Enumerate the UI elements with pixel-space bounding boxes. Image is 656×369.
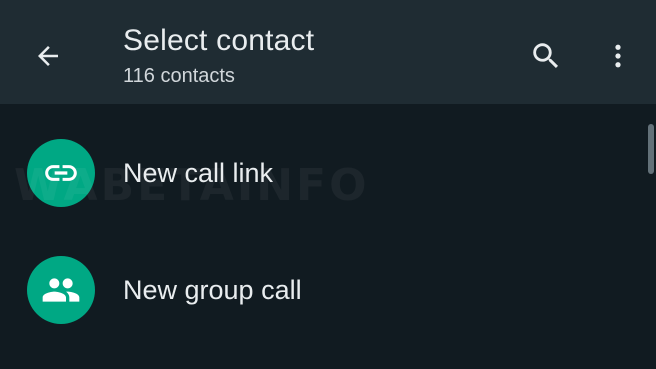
app-bar: Select contact 116 contacts <box>0 0 656 104</box>
group-icon <box>42 278 80 302</box>
new-call-link-avatar <box>27 139 95 207</box>
contacts-count: 116 contacts <box>123 65 235 87</box>
search-button[interactable] <box>524 34 568 78</box>
search-icon <box>533 43 559 69</box>
back-button[interactable] <box>28 36 68 76</box>
select-contact-screen: Select contact 116 contacts New call lin… <box>0 0 656 369</box>
title-block: Select contact 116 contacts <box>123 22 314 90</box>
new-group-call-avatar <box>27 256 95 324</box>
new-group-call-label: New group call <box>123 275 302 305</box>
arrow-back-icon <box>38 46 58 66</box>
contact-list: New call link New group call <box>0 104 656 369</box>
more-options-button[interactable] <box>600 34 636 78</box>
link-icon <box>45 165 77 181</box>
page-title: Select contact <box>123 24 315 57</box>
scrollbar-thumb[interactable] <box>648 124 654 174</box>
new-call-link-label: New call link <box>123 158 274 188</box>
new-call-link-item[interactable]: New call link <box>0 118 640 228</box>
new-group-call-item[interactable]: New group call <box>0 235 640 345</box>
more-vert-icon <box>615 44 621 68</box>
